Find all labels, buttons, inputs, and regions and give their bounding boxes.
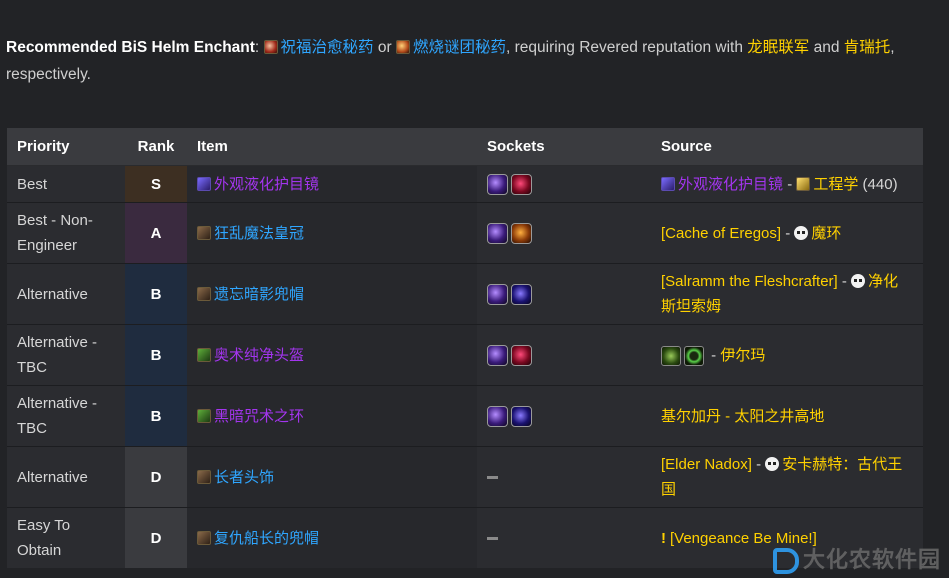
sockets-cell — [477, 507, 651, 568]
goggles-icon — [197, 176, 211, 191]
no-sockets-dash — [487, 476, 498, 480]
source-cell: - 伊尔玛 — [651, 324, 923, 386]
item-link[interactable]: 遗忘暗影兜帽 — [214, 286, 304, 303]
helm-icon — [197, 225, 211, 240]
orange-socket-icon — [511, 223, 532, 245]
item-cell: 外观液化护目镜 — [187, 165, 477, 203]
header-rank: Rank — [125, 128, 187, 166]
source-cell: 外观液化护目镜 - 工程学 (440) — [651, 165, 923, 203]
portal-icon — [684, 345, 704, 366]
priority-cell: Best — [7, 165, 125, 203]
table-header-row: Priority Rank Item Sockets Source — [7, 128, 923, 166]
priority-cell: Alternative - TBC — [7, 324, 125, 386]
skull-icon — [794, 225, 809, 240]
watermark-logo-icon — [772, 548, 799, 574]
faction-link-1[interactable]: 龙眠联军 — [747, 39, 809, 56]
rank-cell: B — [125, 324, 187, 386]
priority-cell: Alternative — [7, 446, 125, 508]
source-link[interactable]: [Cache of Eregos] — [661, 225, 781, 242]
rank-cell: S — [125, 165, 187, 203]
item-link[interactable]: 复仇船长的兜帽 — [214, 530, 319, 547]
source-link[interactable]: 基尔加丹 - 太阳之井高地 — [661, 408, 824, 425]
skull-icon — [851, 274, 866, 288]
table-row: Alternative B 遗忘暗影兜帽 [Salramm the Fleshc… — [7, 263, 923, 325]
source-cell: 基尔加丹 - 太阳之井高地 — [651, 385, 923, 447]
rank-cell: B — [125, 385, 187, 447]
helm-icon — [197, 286, 211, 301]
rank-cell: B — [125, 263, 187, 325]
no-sockets-dash — [487, 537, 498, 541]
elixir-icon — [395, 40, 410, 54]
engineering-icon — [796, 176, 811, 191]
meta-socket-icon — [487, 345, 508, 367]
zone-link[interactable]: 伊尔玛 — [720, 347, 765, 364]
faction-link-2[interactable]: 肯瑞托 — [844, 39, 891, 56]
item-cell: 复仇船长的兜帽 — [187, 507, 477, 568]
blue-socket-icon — [511, 406, 532, 428]
goggles-icon — [661, 176, 675, 191]
priority-cell: Easy To Obtain — [7, 507, 125, 568]
blue-socket-icon — [511, 284, 532, 306]
item-cell: 长者头饰 — [187, 446, 477, 508]
item-link[interactable]: 黑暗咒术之环 — [214, 408, 304, 425]
item-cell: 黑暗咒术之环 — [187, 385, 477, 447]
sockets-cell — [477, 263, 651, 325]
zone-link[interactable]: 魔环 — [811, 225, 841, 242]
source-cell: [Cache of Eregos] - 魔环 — [651, 202, 923, 264]
sockets-cell — [477, 324, 651, 386]
helm-icon — [197, 469, 211, 484]
header-sockets: Sockets — [477, 128, 651, 166]
item-link[interactable]: 外观液化护目镜 — [214, 176, 319, 193]
source-link[interactable]: 外观液化护目镜 — [678, 176, 783, 193]
meta-socket-icon — [487, 406, 508, 428]
helm-icon — [197, 530, 211, 545]
table-row: Best S 外观液化护目镜 外观液化护目镜 - 工程学 (440) — [7, 165, 923, 203]
source-link[interactable]: [Salramm the Fleshcrafter] — [661, 273, 838, 290]
boss-portrait-icon — [661, 345, 681, 366]
item-link[interactable]: 奥术纯净头盔 — [214, 347, 304, 364]
item-cell: 狂乱魔法皇冠 — [187, 202, 477, 264]
sockets-cell — [477, 385, 651, 447]
watermark: 大化农软件园 — [772, 542, 941, 574]
header-priority: Priority — [7, 128, 125, 166]
priority-cell: Alternative — [7, 263, 125, 325]
enchant-link-2[interactable]: 燃烧谜团秘药 — [413, 39, 506, 56]
priority-cell: Alternative - TBC — [7, 385, 125, 447]
helm-icon — [197, 347, 211, 362]
quest-exclamation-icon: ! — [661, 529, 666, 547]
skull-icon — [765, 457, 780, 471]
profession-link[interactable]: 工程学 — [813, 176, 858, 193]
meta-socket-icon — [487, 174, 508, 196]
rank-cell: D — [125, 507, 187, 568]
header-source: Source — [651, 128, 923, 166]
intro-lead: Recommended BiS Helm Enchant — [6, 39, 255, 56]
header-item: Item — [187, 128, 477, 166]
meta-socket-icon — [487, 223, 508, 245]
source-link[interactable]: [Elder Nadox] — [661, 456, 752, 473]
bis-helm-enchant-note: Recommended BiS Helm Enchant: 祝福治愈秘药 or … — [6, 39, 895, 83]
sockets-cell — [477, 446, 651, 508]
priority-cell: Best - Non-Engineer — [7, 202, 125, 264]
red-socket-icon — [511, 345, 532, 367]
table-row: Best - Non-Engineer A 狂乱魔法皇冠 [Cache of E… — [7, 202, 923, 264]
red-socket-icon — [511, 174, 532, 196]
item-link[interactable]: 狂乱魔法皇冠 — [214, 225, 304, 242]
meta-socket-icon — [487, 284, 508, 306]
enchant-link-1[interactable]: 祝福治愈秘药 — [281, 39, 374, 56]
sockets-cell — [477, 202, 651, 264]
table-row: Alternative D 长者头饰 [Elder Nadox] - 安卡赫特：… — [7, 446, 923, 508]
table-row: Alternative - TBC B 奥术纯净头盔 - 伊尔玛 — [7, 324, 923, 386]
helm-icon — [197, 408, 211, 423]
source-cell: [Salramm the Fleshcrafter] - 净化斯坦索姆 — [651, 263, 923, 325]
source-cell: [Elder Nadox] - 安卡赫特：古代王国 — [651, 446, 923, 508]
rank-cell: A — [125, 202, 187, 264]
elixir-icon — [263, 40, 278, 54]
item-cell: 遗忘暗影兜帽 — [187, 263, 477, 325]
item-cell: 奥术纯净头盔 — [187, 324, 477, 386]
helm-bis-table: Priority Rank Item Sockets Source Best S… — [7, 128, 923, 568]
sockets-cell — [477, 165, 651, 203]
table-row: Alternative - TBC B 黑暗咒术之环 基尔加丹 - 太阳之井高地 — [7, 385, 923, 447]
item-link[interactable]: 长者头饰 — [214, 469, 274, 486]
rank-cell: D — [125, 446, 187, 508]
